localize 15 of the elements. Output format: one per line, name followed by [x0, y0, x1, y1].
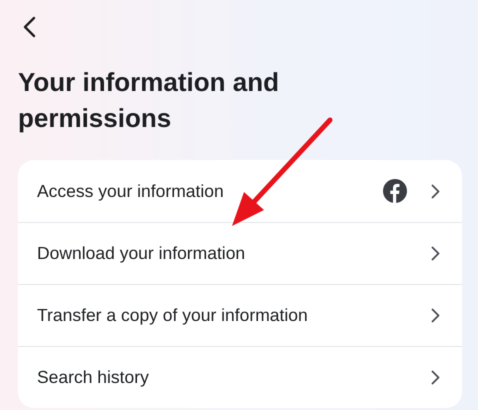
account-badge-icon: [383, 179, 407, 203]
row-label: Search history: [37, 367, 150, 388]
chevron-right-icon: [431, 370, 440, 385]
row-label: Transfer a copy of your information: [37, 305, 309, 326]
back-icon[interactable]: [22, 16, 36, 38]
page-title: Your information and permissions: [18, 66, 280, 135]
chevron-right-icon: [431, 308, 440, 323]
chevron-right-icon: [431, 246, 440, 261]
row-label: Download your information: [37, 243, 246, 264]
settings-row[interactable]: Search history: [18, 346, 462, 408]
row-label: Access your information: [37, 180, 225, 202]
settings-row[interactable]: Access your information: [18, 160, 462, 222]
chevron-right-icon: [431, 184, 440, 198]
settings-row[interactable]: Download your information: [18, 222, 462, 284]
settings-row[interactable]: Transfer a copy of your information: [18, 284, 462, 346]
